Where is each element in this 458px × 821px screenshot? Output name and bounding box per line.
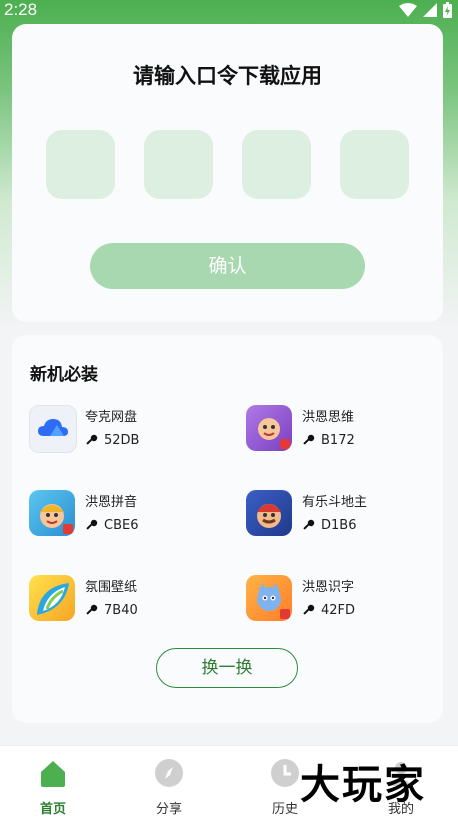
clock-icon xyxy=(271,759,299,787)
swap-button[interactable]: 换一换 xyxy=(156,648,298,688)
app-code-row: 7B40 xyxy=(85,603,138,618)
cartoon-icon xyxy=(246,490,292,536)
status-time: 2:28 xyxy=(4,0,38,19)
code-input-box-3[interactable] xyxy=(242,130,311,199)
app-item-quark[interactable]: 夸克网盘 52DB xyxy=(29,405,219,455)
app-code: 7B40 xyxy=(104,603,138,618)
key-icon xyxy=(303,434,315,445)
status-bar: 2:28 xyxy=(0,0,458,22)
app-code-row: D1B6 xyxy=(302,518,356,533)
wifi-icon xyxy=(399,3,417,17)
cartoon-icon xyxy=(246,405,292,451)
app-code-row: CBE6 xyxy=(85,518,138,533)
watermark: 大玩家 xyxy=(300,762,426,808)
app-item-hongen-shizi[interactable]: 洪恩识字 42FD xyxy=(246,575,436,625)
signal-icon xyxy=(423,3,437,17)
app-code: CBE6 xyxy=(104,518,139,533)
app-code: 52DB xyxy=(104,433,140,448)
cartoon-icon xyxy=(246,575,292,621)
app-name: 洪恩识字 xyxy=(302,580,355,595)
key-icon xyxy=(86,519,98,530)
app-code-row: 52DB xyxy=(85,433,139,448)
cartoon-icon xyxy=(29,490,75,536)
app-name: 有乐斗地主 xyxy=(302,495,368,510)
wallpaper-icon xyxy=(29,575,75,621)
app-item-youle-doudizhu[interactable]: 有乐斗地主 D1B6 xyxy=(246,490,436,540)
compass-icon xyxy=(155,759,183,787)
code-input-box-1[interactable] xyxy=(46,130,115,199)
app-item-hongen-pinyin[interactable]: 洪恩拼音 CBE6 xyxy=(29,490,219,540)
nav-item-share[interactable]: 分享 xyxy=(139,758,199,817)
app-code: 42FD xyxy=(321,603,356,618)
code-card: 请输入口令下载应用 确认 xyxy=(12,24,443,322)
key-icon xyxy=(86,434,98,445)
code-input-box-2[interactable] xyxy=(144,130,213,199)
status-icons xyxy=(399,2,452,18)
app-item-hongen-siwei[interactable]: 洪恩思维 B172 xyxy=(246,405,436,455)
apps-card: 新机必装 夸克网盘 52DB 洪恩思维 B172 洪恩拼音 CBE6 有乐斗地主… xyxy=(12,335,443,723)
code-input-box-4[interactable] xyxy=(340,130,409,199)
app-name: 氛围壁纸 xyxy=(85,580,138,595)
nav-item-home[interactable]: 首页 xyxy=(23,758,83,817)
app-code: D1B6 xyxy=(321,518,357,533)
app-name: 洪恩思维 xyxy=(302,410,355,425)
app-code-row: B172 xyxy=(302,433,355,448)
app-code-row: 42FD xyxy=(302,603,355,618)
key-icon xyxy=(86,604,98,615)
app-code: B172 xyxy=(321,433,355,448)
home-icon xyxy=(41,761,65,787)
key-icon xyxy=(303,519,315,530)
app-name: 夸克网盘 xyxy=(85,410,138,425)
nav-label: 首页 xyxy=(39,802,66,817)
nav-label: 分享 xyxy=(155,802,182,817)
battery-icon xyxy=(443,2,452,18)
app-name: 洪恩拼音 xyxy=(85,495,138,510)
confirm-button[interactable]: 确认 xyxy=(90,243,365,289)
app-item-fenwei-bizhi[interactable]: 氛围壁纸 7B40 xyxy=(29,575,219,625)
cloud-icon xyxy=(29,405,77,453)
apps-card-title: 新机必装 xyxy=(30,365,98,385)
key-icon xyxy=(303,604,315,615)
code-card-title: 请输入口令下载应用 xyxy=(133,64,322,88)
